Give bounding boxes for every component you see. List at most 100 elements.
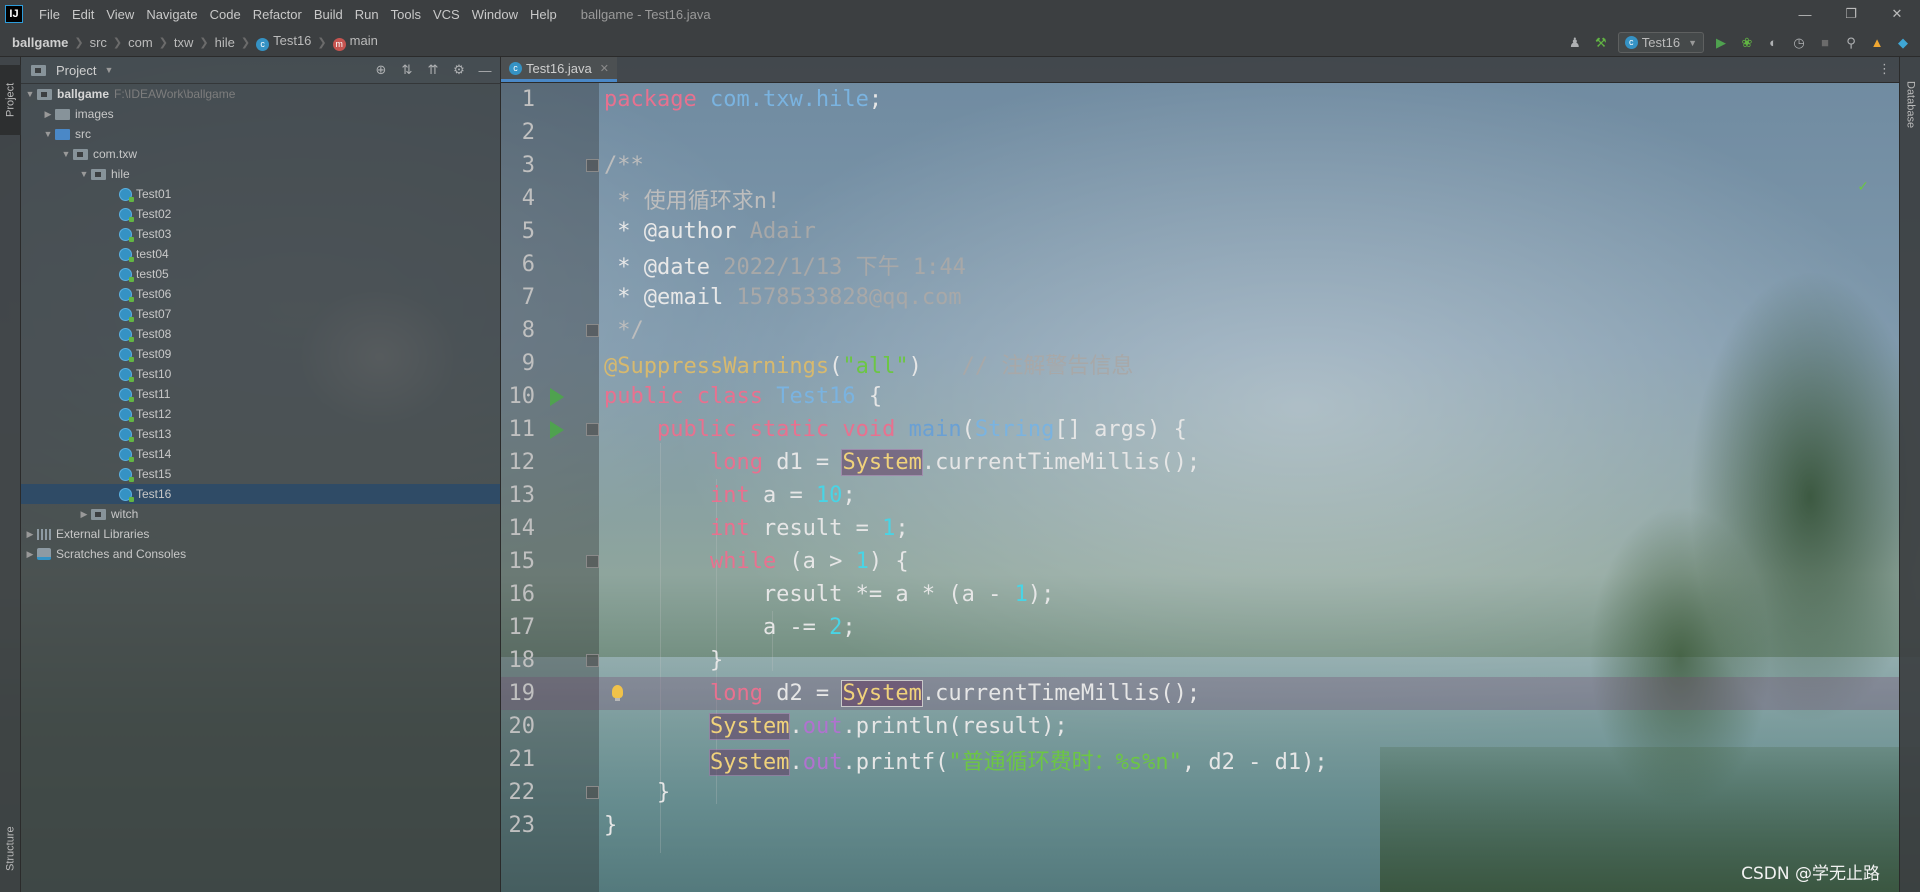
chevron-right-icon[interactable]: ▶ (41, 109, 55, 120)
close-icon[interactable]: ✕ (600, 62, 609, 75)
debug-icon[interactable]: ❀ (1738, 34, 1756, 52)
menu-build[interactable]: Build (308, 7, 349, 22)
fold-icon[interactable] (586, 654, 599, 667)
tree-node-scratches[interactable]: ▶ Scratches and Consoles (21, 544, 500, 564)
close-icon[interactable]: ✕ (1874, 0, 1920, 28)
tree-node-file[interactable]: Test02 (21, 204, 500, 224)
menu-view[interactable]: View (100, 7, 140, 22)
minimize-icon[interactable]: — (1782, 0, 1828, 28)
code-area[interactable]: ✓ 1 package com.txw.hile; 2 3 /** 4 * 使用… (501, 83, 1899, 892)
breadcrumb-txw[interactable]: txw (174, 35, 194, 50)
code-line: 13 int a = 10; (501, 479, 1899, 512)
chevron-right-icon[interactable]: ▶ (23, 549, 37, 560)
database-tool-button[interactable]: Database (1900, 65, 1920, 145)
tree-node-file[interactable]: Test09 (21, 344, 500, 364)
tree-node-file-selected[interactable]: Test16 (21, 484, 500, 504)
tree-node-label: test04 (136, 247, 169, 261)
coverage-icon[interactable]: ◐ (1764, 34, 1782, 52)
breadcrumb-method[interactable]: m main (332, 33, 378, 51)
restore-icon[interactable]: ❐ (1828, 0, 1874, 28)
user-icon[interactable]: ♟ (1566, 34, 1584, 52)
tree-node-file[interactable]: test05 (21, 264, 500, 284)
chevron-down-icon[interactable]: ▼ (41, 129, 55, 139)
line-text: while (a > 1) { (604, 549, 909, 574)
update-icon[interactable]: ▲ (1868, 34, 1886, 52)
locate-icon[interactable]: ⊕ (372, 61, 390, 79)
fold-icon[interactable] (586, 423, 599, 436)
tree-node-file[interactable]: Test08 (21, 324, 500, 344)
menu-window[interactable]: Window (466, 7, 524, 22)
breadcrumb-com[interactable]: com (128, 35, 153, 50)
tree-node-file[interactable]: Test15 (21, 464, 500, 484)
code-lines: 1 package com.txw.hile; 2 3 /** 4 * 使用循环… (501, 83, 1899, 842)
plugin-icon[interactable]: ◆ (1894, 34, 1912, 52)
code-line: 5 * @author Adair (501, 215, 1899, 248)
gear-icon[interactable]: ⚙ (450, 61, 468, 79)
menu-code[interactable]: Code (204, 7, 247, 22)
menu-vcs[interactable]: VCS (427, 7, 466, 22)
menu-refactor[interactable]: Refactor (247, 7, 308, 22)
breadcrumb-separator-icon: ❯ (158, 36, 168, 49)
tree-node-file[interactable]: Test01 (21, 184, 500, 204)
tree-node-file[interactable]: Test07 (21, 304, 500, 324)
stop-icon[interactable]: ■ (1816, 34, 1834, 52)
breadcrumb-project[interactable]: ballgame (12, 35, 68, 50)
search-icon[interactable]: ⚲ (1842, 34, 1860, 52)
tree-node-file[interactable]: Test06 (21, 284, 500, 304)
line-number: 2 (521, 120, 535, 145)
run-gutter-icon[interactable] (550, 388, 564, 406)
chevron-down-icon[interactable]: ▼ (23, 89, 37, 99)
fold-icon[interactable] (586, 786, 599, 799)
chevron-right-icon[interactable]: ▶ (23, 529, 37, 540)
menu-help[interactable]: Help (524, 7, 563, 22)
profile-icon[interactable]: ◷ (1790, 34, 1808, 52)
chevron-down-icon[interactable]: ▼ (59, 149, 73, 159)
collapse-all-icon[interactable]: ⇈ (424, 61, 442, 79)
fold-icon[interactable] (586, 159, 599, 172)
tree-node-file[interactable]: Test14 (21, 444, 500, 464)
editor-tab-active[interactable]: c Test16.java ✕ (501, 57, 617, 82)
project-panel-title[interactable]: Project (56, 63, 96, 78)
menu-edit[interactable]: Edit (66, 7, 100, 22)
tree-node-src[interactable]: ▼ src (21, 124, 500, 144)
tree-node-file[interactable]: Test10 (21, 364, 500, 384)
more-vertical-icon[interactable]: ⋮ (1878, 61, 1891, 77)
tree-node-label: hile (111, 167, 130, 181)
menu-run[interactable]: Run (349, 7, 385, 22)
run-icon[interactable]: ▶ (1712, 34, 1730, 52)
line-number: 23 (508, 813, 536, 838)
tree-node-external-libraries[interactable]: ▶ External Libraries (21, 524, 500, 544)
tree-node-file[interactable]: Test13 (21, 424, 500, 444)
package-icon (91, 168, 106, 180)
tree-node-file[interactable]: Test03 (21, 224, 500, 244)
tree-node-label: images (75, 107, 114, 121)
menu-file[interactable]: File (33, 7, 66, 22)
breadcrumb-class[interactable]: c Test16 (256, 33, 311, 51)
menu-navigate[interactable]: Navigate (140, 7, 203, 22)
tree-node-file[interactable]: test04 (21, 244, 500, 264)
hide-icon[interactable]: — (476, 61, 494, 79)
breadcrumb-method-label: main (349, 33, 378, 48)
breadcrumb-src[interactable]: src (90, 35, 107, 50)
fold-icon[interactable] (586, 324, 599, 337)
project-tree: ▼ ballgame F:\IDEAWork\ballgame ▶ images… (21, 84, 500, 564)
tree-node-file[interactable]: Test12 (21, 404, 500, 424)
tree-node-hile[interactable]: ▼ hile (21, 164, 500, 184)
run-gutter-icon[interactable] (550, 421, 564, 439)
chevron-right-icon[interactable]: ▶ (77, 509, 91, 520)
chevron-down-icon[interactable]: ▼ (104, 65, 113, 75)
build-hammer-icon[interactable]: ⚒ (1592, 34, 1610, 52)
tree-node-witch[interactable]: ▶ witch (21, 504, 500, 524)
breadcrumb-hile[interactable]: hile (215, 35, 235, 50)
chevron-down-icon[interactable]: ▼ (77, 169, 91, 179)
tree-node-root[interactable]: ▼ ballgame F:\IDEAWork\ballgame (21, 84, 500, 104)
expand-all-icon[interactable]: ⇅ (398, 61, 416, 79)
tree-node-file[interactable]: Test11 (21, 384, 500, 404)
structure-tool-button[interactable]: Structure (0, 814, 21, 884)
fold-icon[interactable] (586, 555, 599, 568)
menu-tools[interactable]: Tools (385, 7, 427, 22)
tree-node-package[interactable]: ▼ com.txw (21, 144, 500, 164)
project-tool-button[interactable]: Project (0, 65, 21, 135)
tree-node-images[interactable]: ▶ images (21, 104, 500, 124)
run-configuration-select[interactable]: c Test16 ▼ (1617, 32, 1704, 53)
